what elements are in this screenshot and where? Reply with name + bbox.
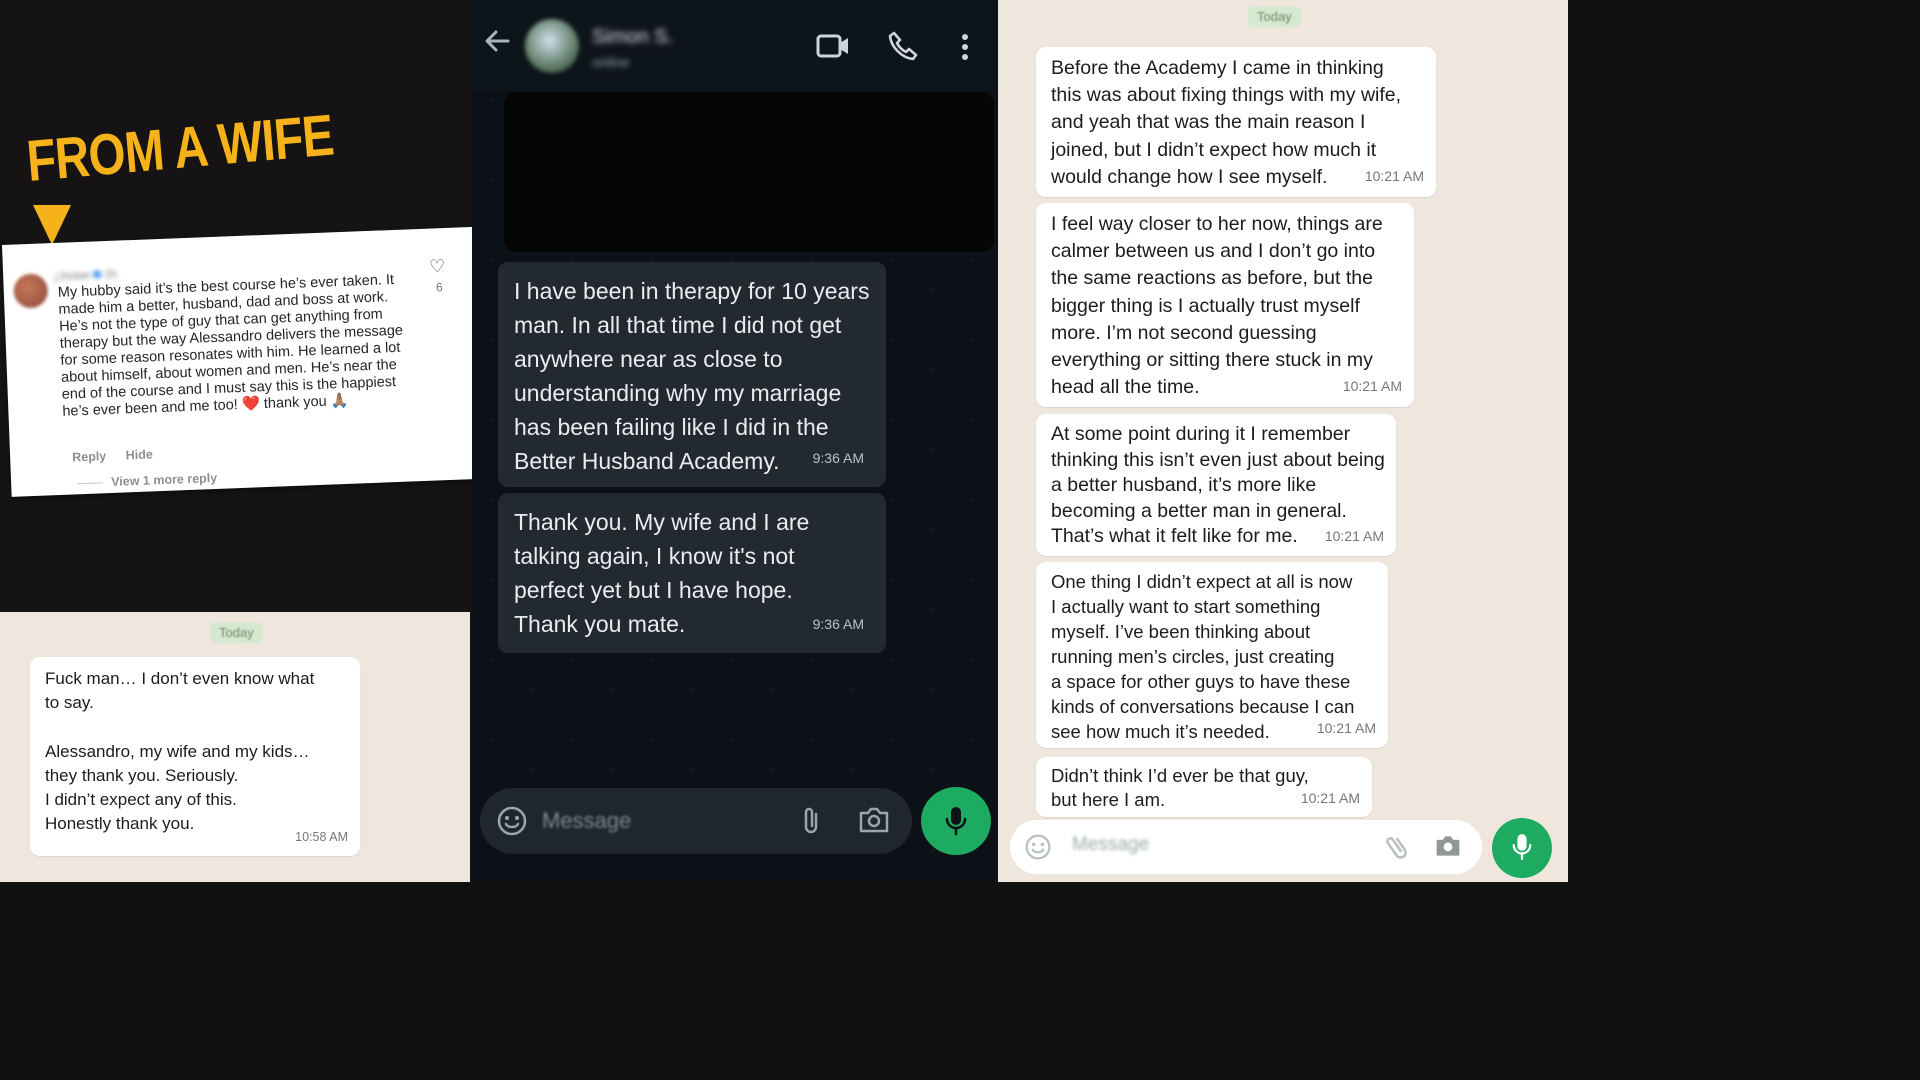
- message-bubble[interactable]: Thank you. My wife and I are talking aga…: [498, 493, 886, 653]
- emoji-icon[interactable]: [496, 805, 528, 842]
- back-arrow-icon[interactable]: [482, 26, 512, 64]
- left-chat: Today Fuck man… I don’t even know what t…: [0, 612, 470, 882]
- message-bubble[interactable]: At some point during it I remember think…: [1036, 414, 1396, 556]
- contact-status: online: [592, 54, 630, 70]
- username-text[interactable]: j.fricker: [55, 270, 91, 283]
- right-panel: Today Before the Academy I came in think…: [998, 0, 1568, 882]
- chat-header: Simon S. online: [472, 0, 998, 90]
- emoji-icon[interactable]: [1024, 833, 1052, 866]
- mic-button[interactable]: [1492, 818, 1552, 878]
- verified-icon: [93, 270, 102, 279]
- reply-link[interactable]: Reply: [72, 449, 107, 464]
- message-input[interactable]: Message: [542, 808, 631, 834]
- message-input-bar[interactable]: Message: [480, 788, 912, 854]
- contact-name[interactable]: Simon S.: [592, 26, 673, 49]
- down-arrow-icon: [33, 205, 71, 245]
- message-bubble[interactable]: I feel way closer to her now, things are…: [1036, 203, 1414, 407]
- comment-text: My hubby said it’s the best course he’s …: [57, 271, 404, 420]
- comment-age: 2h: [104, 268, 118, 282]
- message-time: 10:21 AM: [1316, 720, 1376, 736]
- camera-icon[interactable]: [858, 806, 890, 839]
- message-bubble[interactable]: Didn’t think I’d ever be that guy, but h…: [1036, 757, 1372, 817]
- like-count: 6: [435, 280, 443, 295]
- message-bubble[interactable]: Fuck man… I don’t even know what to say.…: [30, 657, 360, 856]
- camera-icon[interactable]: [1434, 833, 1462, 864]
- message-input-bar[interactable]: Message: [1010, 820, 1482, 874]
- message-time: 10:21 AM: [1364, 167, 1424, 184]
- message-bubble[interactable]: I have been in therapy for 10 years man.…: [498, 262, 886, 487]
- message-time: 10:21 AM: [1324, 527, 1384, 544]
- phone-icon[interactable]: [887, 30, 919, 67]
- redacted-area: [504, 92, 994, 252]
- message-bubble[interactable]: One thing I didn’t expect at all is now …: [1036, 562, 1388, 748]
- avatar[interactable]: [525, 19, 579, 73]
- message-text: Fuck man… I don’t even know what to say.…: [45, 669, 315, 834]
- mic-button[interactable]: [921, 787, 991, 855]
- middle-panel: Simon S. online I have been in therapy f…: [472, 0, 998, 882]
- attach-icon[interactable]: [802, 806, 822, 841]
- left-panel: FROM A WIFE j.fricker 2h My hubby said it…: [0, 0, 484, 882]
- heart-icon[interactable]: ♡: [429, 256, 446, 278]
- attach-icon[interactable]: [1386, 832, 1410, 867]
- message-time: 10:21 AM: [1300, 790, 1360, 806]
- comment-username[interactable]: j.fricker 2h: [55, 269, 117, 283]
- date-chip: Today: [210, 622, 263, 643]
- more-options-icon[interactable]: [960, 33, 970, 66]
- message-input[interactable]: Message: [1072, 834, 1149, 856]
- message-bubble[interactable]: Before the Academy I came in thinking th…: [1036, 47, 1436, 197]
- hide-link[interactable]: Hide: [125, 447, 153, 462]
- message-time: 9:36 AM: [812, 616, 864, 632]
- headline: FROM A WIFE: [24, 102, 336, 195]
- view-more-replies-link[interactable]: View 1 more reply: [77, 471, 218, 490]
- message-time: 10:21 AM: [1342, 377, 1402, 394]
- instagram-comment: j.fricker 2h My hubby said it’s the best …: [2, 226, 484, 497]
- date-chip: Today: [1248, 6, 1301, 27]
- avatar[interactable]: [13, 273, 49, 309]
- comment-actions: Reply Hide: [72, 447, 169, 464]
- message-time: 9:36 AM: [812, 450, 864, 466]
- message-time: 10:58 AM: [295, 829, 348, 844]
- video-call-icon[interactable]: [816, 33, 850, 64]
